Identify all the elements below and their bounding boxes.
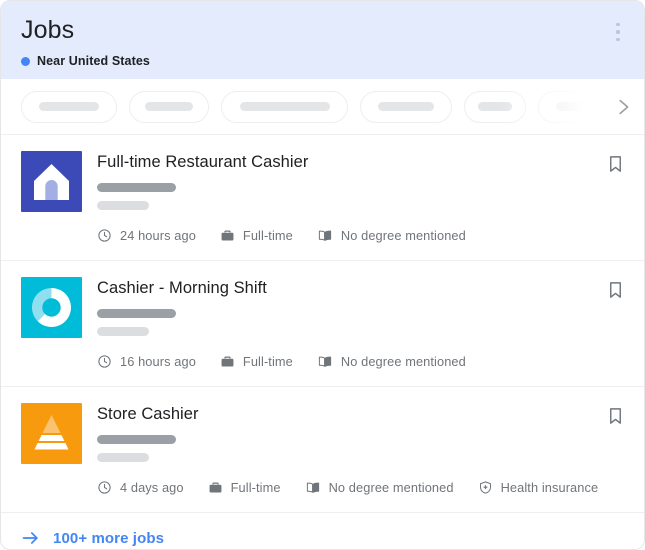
bookmark-icon[interactable] xyxy=(604,279,626,303)
briefcase-icon xyxy=(220,354,235,369)
shield-plus-icon xyxy=(478,480,493,495)
job-meta-row: 24 hours ago Full-time No degree mention… xyxy=(97,228,624,243)
filter-chip[interactable] xyxy=(464,91,526,123)
job-list-item[interactable]: Store Cashier 4 days ago Full-time No de… xyxy=(1,386,644,512)
filter-chip[interactable] xyxy=(221,91,348,123)
more-jobs-label: 100+ more jobs xyxy=(53,530,164,547)
job-meta-label: 4 days ago xyxy=(120,480,184,495)
location-dot-icon xyxy=(21,57,30,66)
dot xyxy=(616,30,620,34)
job-title: Cashier - Morning Shift xyxy=(97,278,624,298)
book-icon xyxy=(305,480,321,495)
company-name-placeholder xyxy=(97,309,176,318)
more-vertical-icon[interactable] xyxy=(606,17,630,47)
jobs-card: Jobs Near United States Full-time Restau… xyxy=(0,0,645,550)
company-name-placeholder xyxy=(97,183,176,192)
filter-chip-placeholder xyxy=(39,102,99,111)
job-meta-label: No degree mentioned xyxy=(341,354,466,369)
filter-chip-placeholder xyxy=(145,102,193,111)
job-details: Full-time Restaurant Cashier 24 hours ag… xyxy=(97,151,624,243)
filter-chip[interactable] xyxy=(360,91,452,123)
clock-icon xyxy=(97,228,112,243)
filter-chip-placeholder xyxy=(240,102,330,111)
job-meta-item: 4 days ago xyxy=(97,480,184,495)
job-title: Store Cashier xyxy=(97,404,624,424)
donut-logo xyxy=(21,277,82,338)
job-meta-item: Full-time xyxy=(208,480,281,495)
job-list: Full-time Restaurant Cashier 24 hours ag… xyxy=(1,134,644,512)
filter-chip[interactable] xyxy=(21,91,117,123)
briefcase-icon xyxy=(208,480,223,495)
job-meta-item: Full-time xyxy=(220,228,293,243)
job-meta-label: 16 hours ago xyxy=(120,354,196,369)
more-jobs-link[interactable]: 100+ more jobs xyxy=(1,512,644,550)
dot xyxy=(616,23,620,27)
book-icon xyxy=(317,228,333,243)
job-meta-item: No degree mentioned xyxy=(317,228,466,243)
job-details: Cashier - Morning Shift 16 hours ago Ful… xyxy=(97,277,624,369)
house-logo xyxy=(21,151,82,212)
location-label: Near United States xyxy=(37,54,150,68)
dot xyxy=(616,38,620,42)
job-meta-row: 16 hours ago Full-time No degree mention… xyxy=(97,354,624,369)
page-title: Jobs xyxy=(21,15,624,45)
job-meta-label: 24 hours ago xyxy=(120,228,196,243)
clock-icon xyxy=(97,354,112,369)
location-subtitle: Near United States xyxy=(21,54,624,68)
jobs-header: Jobs Near United States xyxy=(1,1,644,79)
company-name-placeholder xyxy=(97,435,176,444)
arrow-right-icon xyxy=(21,528,41,548)
filter-chips-row xyxy=(1,79,644,134)
job-list-item[interactable]: Cashier - Morning Shift 16 hours ago Ful… xyxy=(1,260,644,386)
job-meta-label: Full-time xyxy=(243,228,293,243)
book-icon xyxy=(317,354,333,369)
pyramid-logo xyxy=(21,403,82,464)
clock-icon xyxy=(97,480,112,495)
job-meta-item: Full-time xyxy=(220,354,293,369)
job-list-item[interactable]: Full-time Restaurant Cashier 24 hours ag… xyxy=(1,134,644,260)
filter-chip[interactable] xyxy=(129,91,209,123)
job-meta-label: No degree mentioned xyxy=(329,480,454,495)
bookmark-icon[interactable] xyxy=(604,153,626,177)
job-meta-row: 4 days ago Full-time No degree mentioned… xyxy=(97,480,624,495)
job-location-placeholder xyxy=(97,201,149,210)
job-meta-item: 24 hours ago xyxy=(97,228,196,243)
chevron-right-icon[interactable] xyxy=(602,86,644,128)
filter-chip-placeholder xyxy=(478,102,512,111)
filter-chips-scroller[interactable] xyxy=(21,91,602,123)
job-location-placeholder xyxy=(97,453,149,462)
job-meta-label: Full-time xyxy=(231,480,281,495)
filter-chip-placeholder xyxy=(556,102,602,111)
job-meta-label: Full-time xyxy=(243,354,293,369)
filter-chip-placeholder xyxy=(378,102,434,111)
job-title: Full-time Restaurant Cashier xyxy=(97,152,624,172)
job-meta-item: No degree mentioned xyxy=(305,480,454,495)
briefcase-icon xyxy=(220,228,235,243)
job-meta-label: Health insurance xyxy=(501,480,599,495)
job-details: Store Cashier 4 days ago Full-time No de… xyxy=(97,403,624,495)
job-location-placeholder xyxy=(97,327,149,336)
job-meta-label: No degree mentioned xyxy=(341,228,466,243)
job-meta-item: 16 hours ago xyxy=(97,354,196,369)
job-meta-item: Health insurance xyxy=(478,480,599,495)
filter-chip[interactable] xyxy=(538,91,602,123)
job-meta-item: No degree mentioned xyxy=(317,354,466,369)
bookmark-icon[interactable] xyxy=(604,405,626,429)
